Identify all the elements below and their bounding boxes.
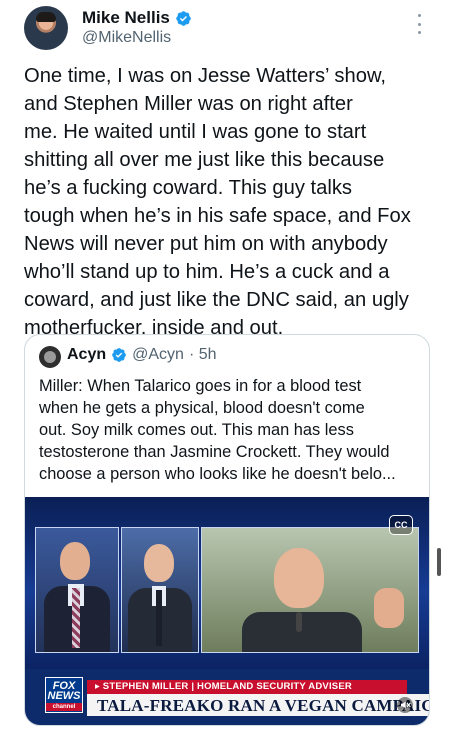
logo-line2: NEWS [47,690,81,702]
video-player[interactable]: CC ▸ STEPHEN MILLER | HOMELAND SECURITY … [25,497,429,725]
video-panel-candidate [201,527,419,653]
quoted-author-handle[interactable]: @Acyn [132,346,184,364]
video-panel-guest [121,527,199,653]
scrollbar[interactable] [437,548,441,576]
mute-icon[interactable] [397,697,413,713]
fox-news-logo: FOX NEWS channel [45,677,83,713]
closed-captions-icon[interactable]: CC [389,515,413,535]
logo-line3: channel [46,703,82,711]
chyron-label: ▸ STEPHEN MILLER | HOMELAND SECURITY ADV… [95,681,352,692]
quoted-post[interactable]: Acyn @Acyn · 5h Miller: When Talarico go… [24,334,430,726]
author-name[interactable]: Mike Nellis [82,8,170,28]
quoted-author-avatar[interactable] [39,346,61,368]
author-name-row: Mike Nellis [82,8,192,28]
quoted-post-time[interactable]: · 5h [189,346,217,364]
quoted-post-text: Miller: When Talarico goes in for a bloo… [39,377,396,483]
video-panel-host [35,527,119,653]
post-text: One time, I was on Jesse Watters’ show, … [24,65,411,339]
quoted-author-row: Acyn @Acyn · 5h [67,346,217,364]
chyron-headline: TALA-FREAKO RAN A VEGAN CAMPAIGN [97,696,429,715]
author-avatar[interactable] [24,6,68,50]
verified-badge-icon [176,10,191,26]
verified-badge-icon [112,348,126,362]
more-options-icon[interactable] [412,14,426,34]
quoted-author-name[interactable]: Acyn [67,346,106,364]
author-handle[interactable]: @MikeNellis [82,29,171,47]
post: Mike Nellis @MikeNellis One time, I was … [0,0,458,736]
